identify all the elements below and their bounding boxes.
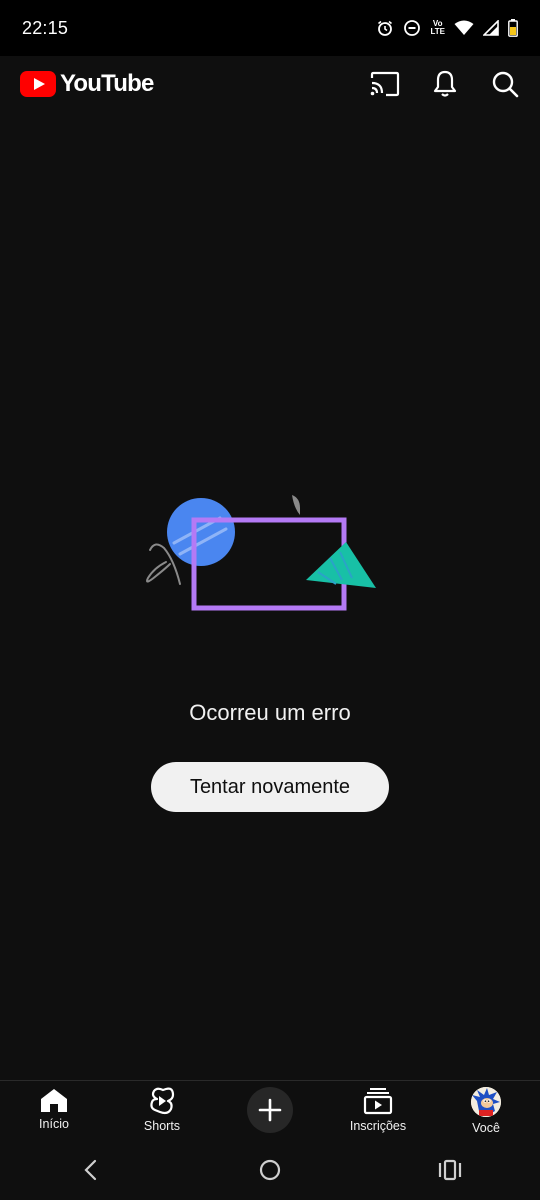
brand-name: YouTube bbox=[60, 70, 154, 97]
recents-icon[interactable] bbox=[420, 1140, 480, 1200]
battery-icon bbox=[508, 19, 518, 37]
nav-item-home[interactable]: Início bbox=[0, 1081, 108, 1141]
alarm-icon bbox=[376, 19, 394, 37]
cast-icon[interactable] bbox=[370, 69, 400, 99]
nav-item-create[interactable] bbox=[216, 1081, 324, 1141]
signal-icon bbox=[483, 20, 499, 36]
create-button[interactable] bbox=[247, 1087, 293, 1133]
plus-icon bbox=[258, 1098, 282, 1122]
error-message: Ocorreu um erro bbox=[189, 700, 351, 725]
status-icons: Vo LTE bbox=[376, 19, 518, 37]
status-time: 22:15 bbox=[22, 17, 69, 38]
nav-item-subscriptions[interactable]: Inscrições bbox=[324, 1081, 432, 1141]
status-bar: 22:15 Vo LTE bbox=[0, 0, 540, 56]
notifications-icon[interactable] bbox=[430, 69, 460, 99]
volte-icon: Vo LTE bbox=[430, 20, 445, 36]
nav-label-you: Você bbox=[472, 1121, 500, 1135]
app-bar: YouTube bbox=[0, 56, 540, 112]
back-icon[interactable] bbox=[60, 1140, 120, 1200]
nav-label-shorts: Shorts bbox=[143, 1119, 181, 1133]
do-not-disturb-icon bbox=[403, 19, 421, 37]
shorts-icon bbox=[150, 1087, 175, 1115]
bottom-nav: Início Shorts Inscrições Você bbox=[0, 1080, 540, 1140]
volte-bottom-label: LTE bbox=[430, 27, 445, 36]
illustration-teal-triangle bbox=[306, 542, 376, 588]
search-icon[interactable] bbox=[490, 69, 520, 99]
app-bar-actions bbox=[370, 69, 520, 99]
youtube-error-screen: 22:15 Vo LTE YouTube Ocorreu um erro Ten… bbox=[0, 0, 540, 1200]
retry-button[interactable]: Tentar novamente bbox=[151, 762, 389, 812]
youtube-play-icon bbox=[20, 71, 56, 97]
home-circle-icon[interactable] bbox=[240, 1140, 300, 1200]
nav-item-you[interactable]: Você bbox=[432, 1081, 540, 1141]
error-illustration bbox=[146, 495, 376, 611]
wifi-icon bbox=[454, 20, 474, 36]
system-nav-bar bbox=[0, 1140, 540, 1200]
home-icon bbox=[41, 1089, 67, 1112]
subscriptions-icon bbox=[363, 1088, 393, 1115]
nav-item-shorts[interactable]: Shorts bbox=[108, 1081, 216, 1141]
illustration-blue-circle bbox=[167, 498, 235, 566]
illustration-grey-drop bbox=[292, 495, 300, 515]
avatar bbox=[471, 1087, 501, 1117]
nav-label-subscriptions: Inscrições bbox=[349, 1119, 407, 1133]
youtube-logo[interactable]: YouTube bbox=[20, 70, 154, 98]
nav-label-home: Início bbox=[39, 1117, 69, 1131]
